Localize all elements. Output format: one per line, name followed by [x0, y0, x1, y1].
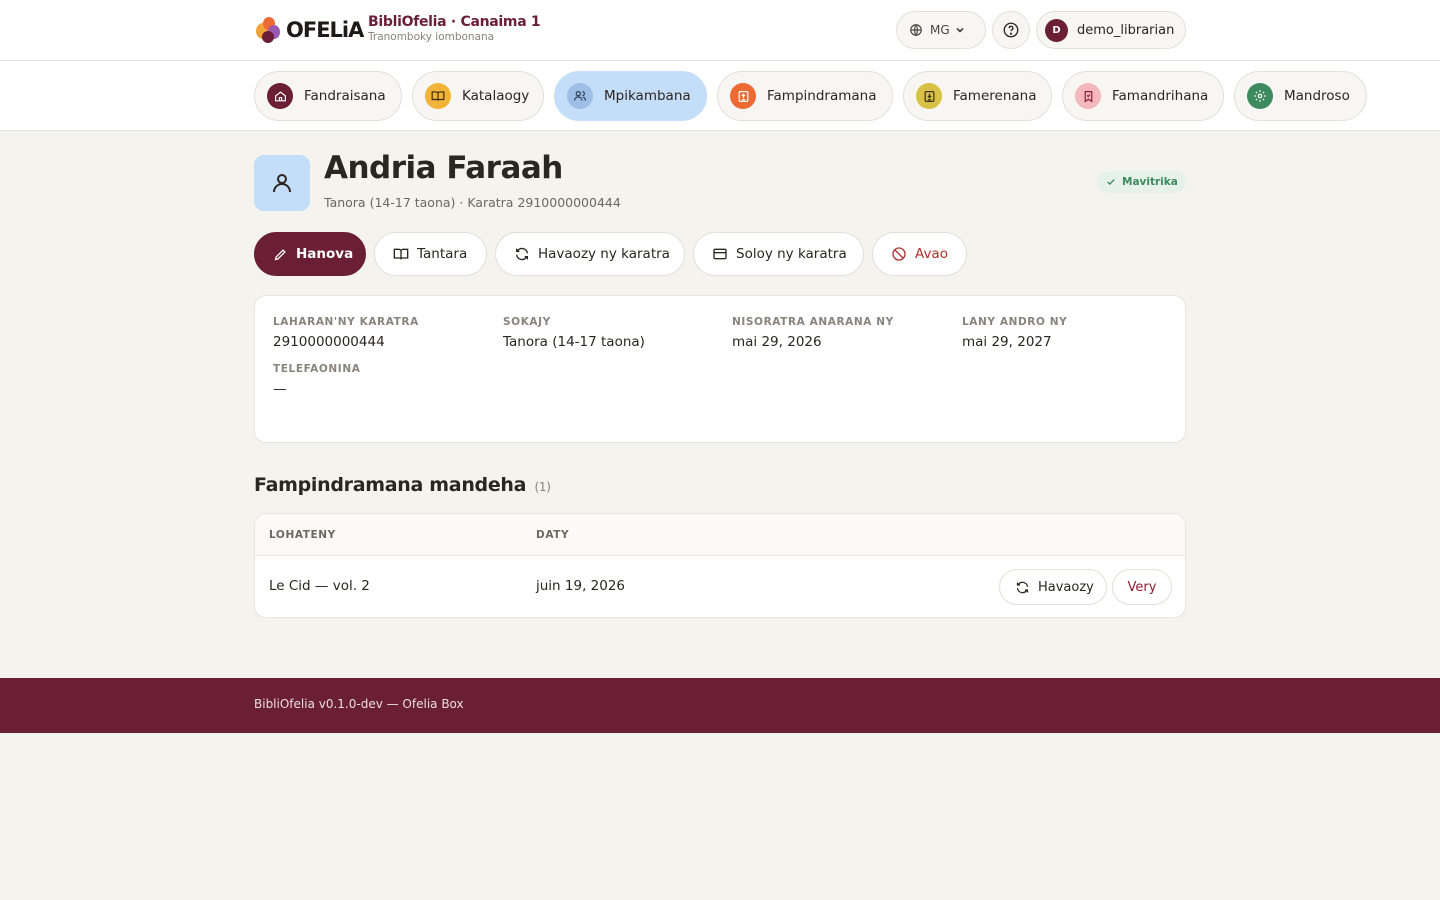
history-button[interactable]: Tantara	[374, 232, 487, 276]
nav-item-mpikambana[interactable]: Mpikambana	[554, 71, 707, 121]
field-value: Tanora (14-17 taona)	[503, 334, 645, 350]
logo-mark-icon	[254, 15, 284, 45]
phone-field: TELEFAONINA —	[273, 363, 360, 397]
disable-label: Avao	[915, 246, 948, 262]
nav-item-famerenana[interactable]: Famerenana	[903, 71, 1052, 121]
top-header: OFELiA BibliOfelia · Canaima 1 Tranombok…	[0, 0, 1440, 61]
status-badge: Mavitrika	[1097, 171, 1186, 193]
field-label: LAHARAN'NY KARATRA	[273, 316, 419, 328]
member-name: Andria Faraah	[324, 150, 563, 186]
check-icon	[1107, 179, 1115, 185]
replace-card-label: Soloy ny karatra	[736, 246, 847, 262]
credit-card-icon	[713, 248, 727, 260]
return-loan-label: Very	[1127, 579, 1157, 595]
gear-icon	[1247, 83, 1273, 109]
nav-label: Mpikambana	[604, 88, 691, 104]
member-avatar	[254, 155, 310, 211]
globe-icon	[910, 24, 922, 36]
user-icon	[273, 174, 291, 193]
renew-card-label: Havaozy ny karatra	[538, 246, 670, 262]
loans-table: LOHATENY DATY Le Cid — vol. 2 juin 19, 2…	[254, 513, 1186, 618]
nav-label: Mandroso	[1284, 88, 1350, 104]
renew-loan-button[interactable]: Havaozy	[999, 569, 1107, 605]
column-header-title: LOHATENY	[269, 529, 336, 541]
username: demo_librarian	[1077, 22, 1175, 38]
ban-icon	[892, 247, 906, 261]
users-icon	[567, 83, 593, 109]
loan-title[interactable]: Le Cid — vol. 2	[269, 578, 370, 594]
refresh-icon	[1016, 581, 1029, 593]
nav-label: Famandrihana	[1112, 88, 1209, 104]
member-details-card: LAHARAN'NY KARATRA 2910000000444 SOKAJY …	[254, 295, 1186, 443]
library-brand: BibliOfelia · Canaima 1 Tranomboky iombo…	[368, 14, 541, 43]
language-selector[interactable]: MG	[896, 11, 986, 49]
book-open-icon	[425, 83, 451, 109]
nav-item-fandraisana[interactable]: Fandraisana	[254, 71, 402, 121]
nav-item-famandrihana[interactable]: Famandrihana	[1062, 71, 1224, 121]
library-title: BibliOfelia · Canaima 1	[368, 14, 541, 30]
column-header-date: DATY	[536, 529, 570, 541]
nav-label: Fandraisana	[304, 88, 386, 104]
renew-card-button[interactable]: Havaozy ny karatra	[495, 232, 685, 276]
status-text: Mavitrika	[1122, 176, 1178, 188]
book-upload-icon	[730, 83, 756, 109]
avatar: D	[1045, 18, 1068, 42]
field-value: mai 29, 2027	[962, 334, 1052, 350]
nav-label: Katalaogy	[462, 88, 530, 104]
nav-item-fampindramana[interactable]: Fampindramana	[717, 71, 893, 121]
disable-button[interactable]: Avao	[872, 232, 967, 276]
field-label: SOKAJY	[503, 316, 551, 328]
library-subtitle: Tranomboky iombonana	[368, 31, 495, 43]
user-menu[interactable]: D demo_librarian	[1036, 11, 1186, 49]
pencil-icon	[274, 248, 286, 260]
table-header: LOHATENY DATY	[255, 514, 1185, 556]
field-label: LANY ANDRO NY	[962, 316, 1068, 328]
card-number-field: LAHARAN'NY KARATRA 2910000000444	[273, 316, 419, 350]
field-value: 2910000000444	[273, 334, 385, 350]
field-label: NISORATRA ANARANA NY	[732, 316, 894, 328]
footer: BibliOfelia v0.1.0-dev — Ofelia Box	[0, 678, 1440, 733]
bookmark-icon	[1075, 83, 1101, 109]
chevron-down-icon	[956, 27, 964, 33]
nav-item-mandroso[interactable]: Mandroso	[1234, 71, 1367, 121]
registered-field: NISORATRA ANARANA NY mai 29, 2026	[732, 316, 894, 350]
ofelia-logo[interactable]: OFELiA	[254, 15, 364, 45]
refresh-icon	[516, 247, 528, 261]
nav-label: Famerenana	[953, 88, 1037, 104]
home-icon	[267, 83, 293, 109]
book-open-icon	[393, 248, 409, 260]
book-download-icon	[916, 83, 942, 109]
field-value: mai 29, 2026	[732, 334, 822, 350]
field-value: —	[273, 381, 287, 397]
loans-section-title: Fampindramana mandeha (1)	[254, 474, 551, 496]
help-button[interactable]	[992, 11, 1030, 49]
return-loan-button[interactable]: Very	[1112, 569, 1172, 605]
language-code: MG	[930, 23, 950, 37]
renew-loan-label: Havaozy	[1038, 579, 1094, 595]
help-circle-icon	[1003, 22, 1019, 38]
nav-label: Fampindramana	[767, 88, 877, 104]
main-nav: Fandraisana Katalaogy Mpikambana Fampind…	[0, 61, 1440, 131]
logo-wordmark: OFELiA	[286, 18, 364, 42]
loans-title: Fampindramana mandeha	[254, 474, 527, 496]
table-row: Le Cid — vol. 2 juin 19, 2026 Havaozy Ve…	[255, 556, 1185, 617]
nav-item-katalaogy[interactable]: Katalaogy	[412, 71, 544, 121]
history-label: Tantara	[417, 246, 468, 262]
edit-label: Hanova	[296, 246, 354, 262]
edit-button[interactable]: Hanova	[254, 232, 366, 276]
replace-card-button[interactable]: Soloy ny karatra	[693, 232, 864, 276]
footer-text: BibliOfelia v0.1.0-dev — Ofelia Box	[254, 697, 464, 711]
category-field: SOKAJY Tanora (14-17 taona)	[503, 316, 645, 350]
loans-count: (1)	[534, 480, 551, 494]
expires-field: LANY ANDRO NY mai 29, 2027	[962, 316, 1067, 350]
field-label: TELEFAONINA	[273, 363, 361, 375]
member-meta: Tanora (14-17 taona) · Karatra 291000000…	[324, 195, 621, 210]
loan-date: juin 19, 2026	[536, 578, 626, 594]
